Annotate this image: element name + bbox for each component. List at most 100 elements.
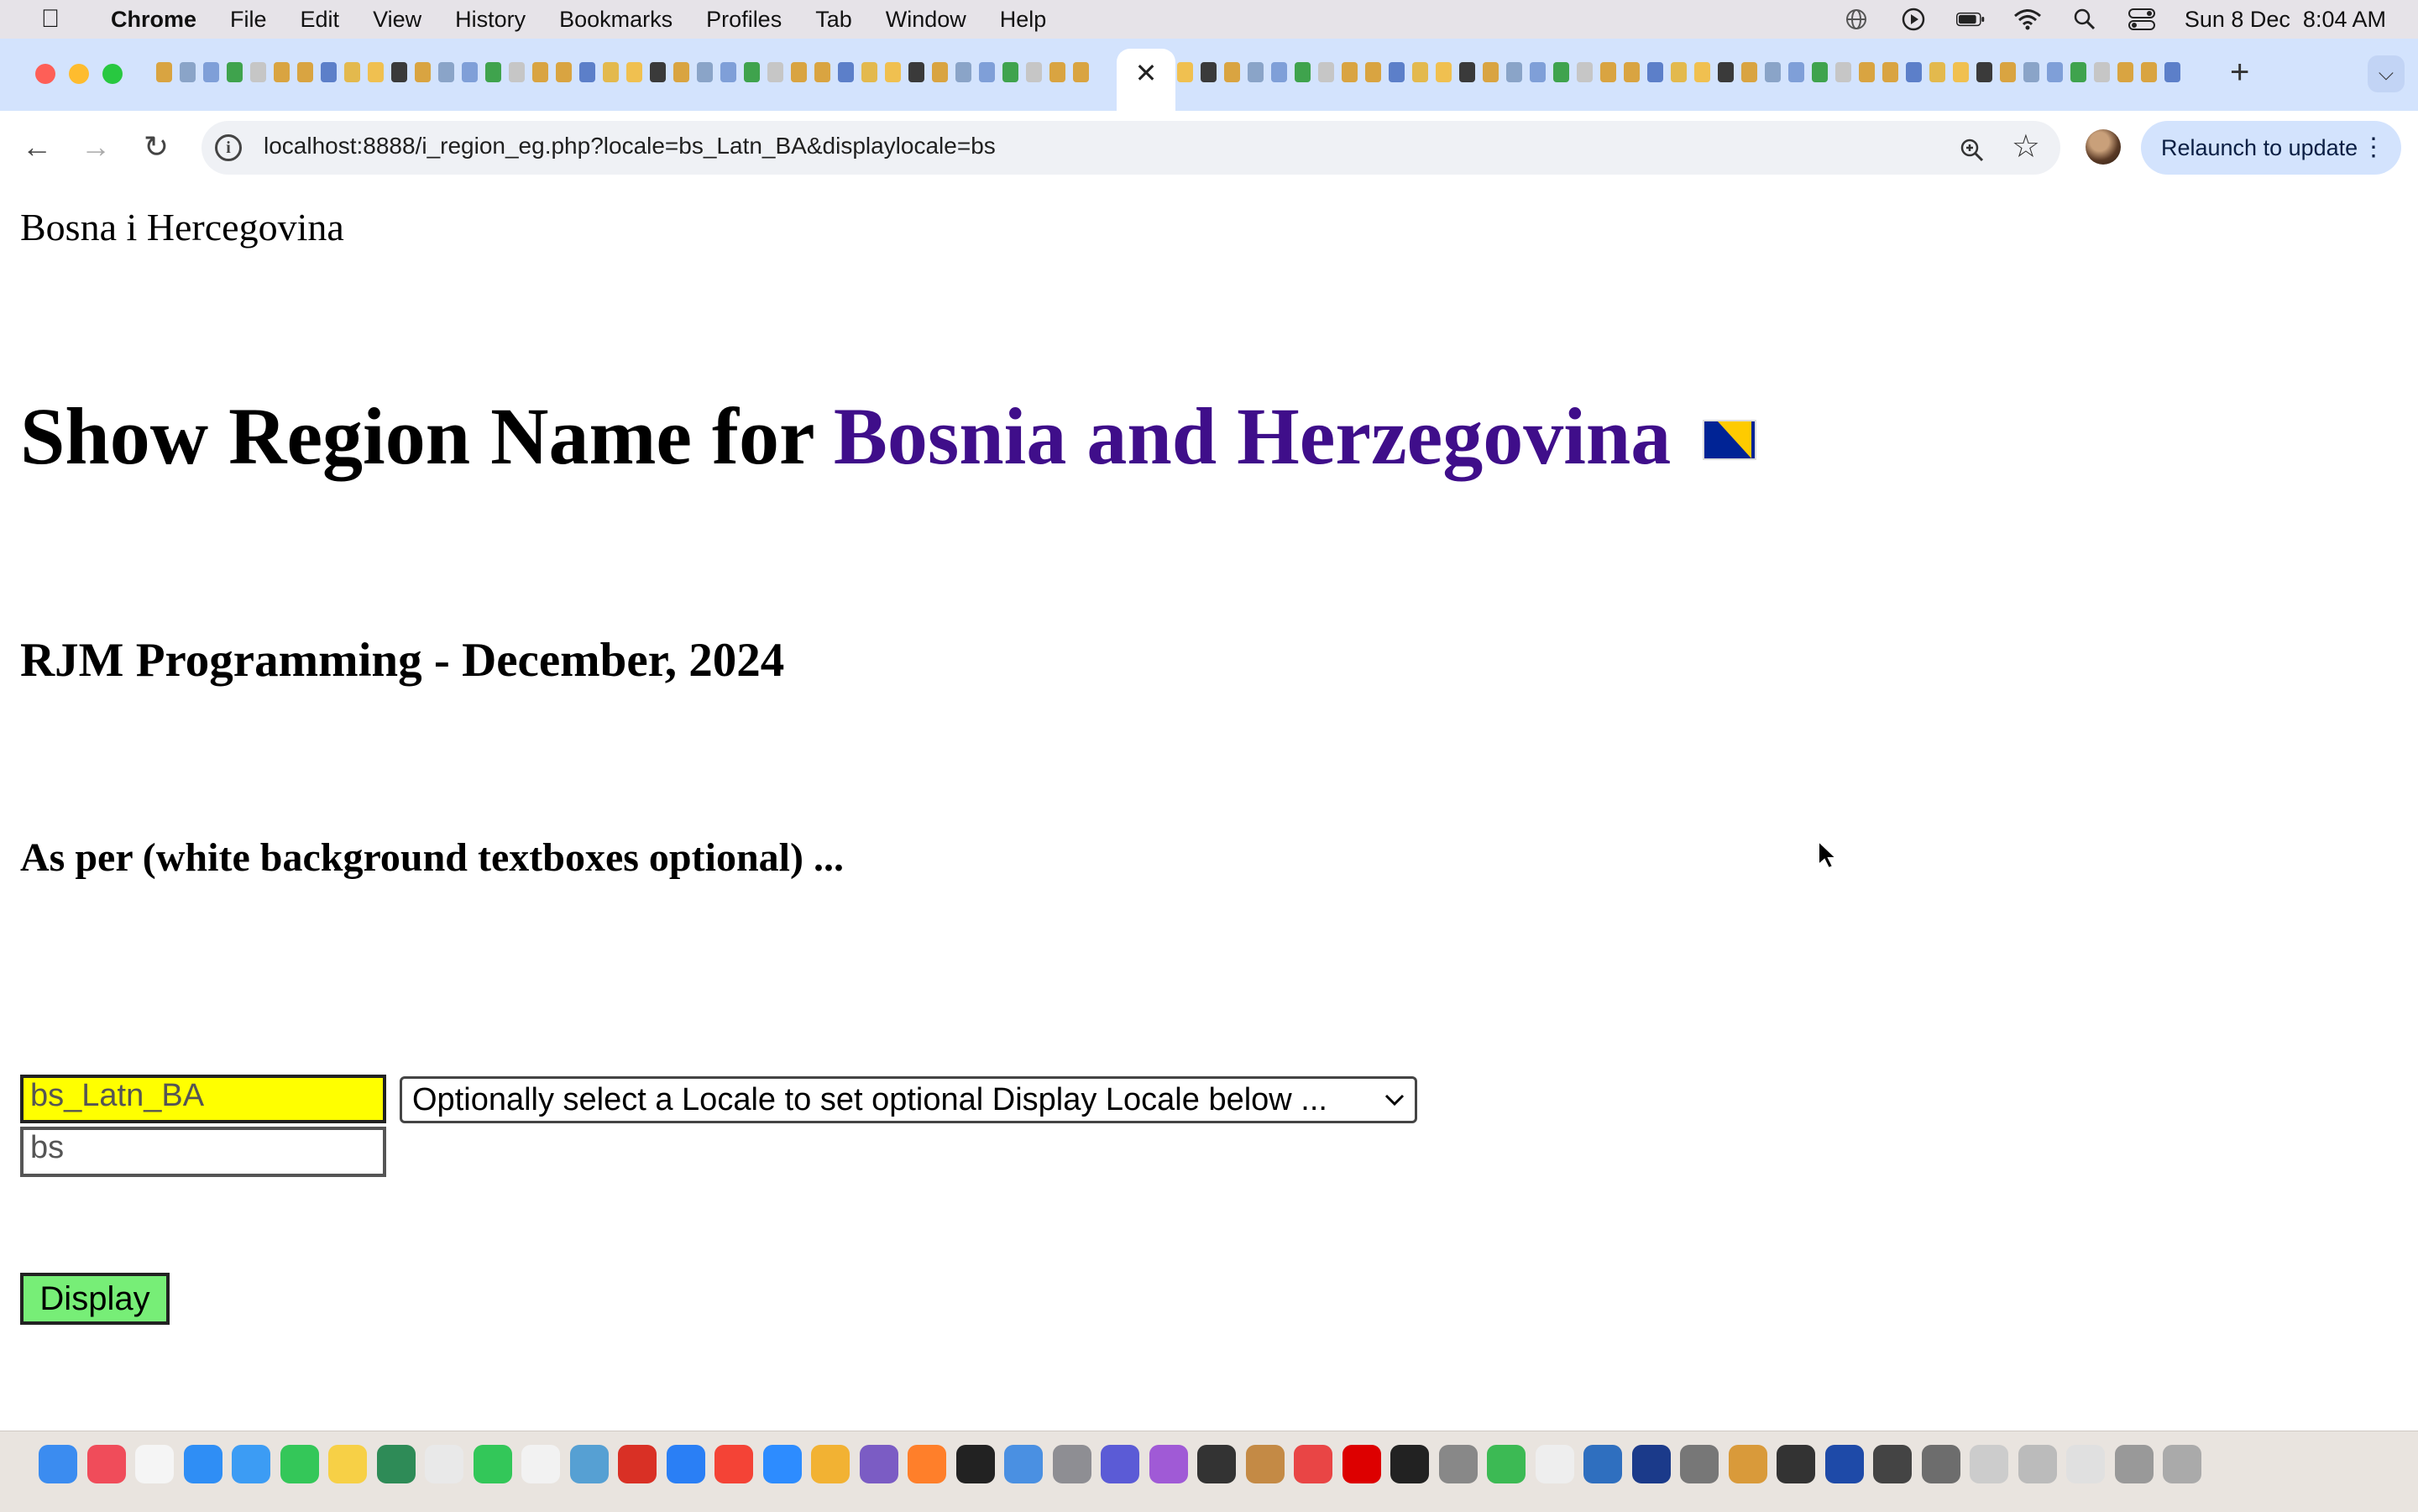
dock-app-icon[interactable] bbox=[1728, 1445, 1767, 1483]
tab-favicon-icon[interactable] bbox=[579, 62, 595, 82]
dock-app-icon[interactable] bbox=[232, 1445, 270, 1483]
display-button[interactable]: Display bbox=[20, 1273, 170, 1325]
dock-app-icon[interactable] bbox=[666, 1445, 705, 1483]
dock-app-icon[interactable] bbox=[569, 1445, 609, 1483]
bookmark-star-icon[interactable]: ☆ bbox=[2012, 128, 2040, 165]
address-bar[interactable]: i localhost:8888/i_region_eg.php?locale=… bbox=[202, 121, 2060, 175]
globe-icon[interactable] bbox=[1842, 7, 1871, 32]
new-tab-button[interactable]: + bbox=[2230, 54, 2249, 92]
dock-app-icon[interactable] bbox=[908, 1445, 946, 1483]
tab-favicon-icon[interactable] bbox=[955, 62, 971, 82]
menu-edit[interactable]: Edit bbox=[301, 7, 340, 33]
dock-app-icon[interactable] bbox=[1631, 1445, 1671, 1483]
dock-app-icon[interactable] bbox=[1197, 1445, 1236, 1483]
dock-app-icon[interactable] bbox=[1777, 1445, 1815, 1483]
tab-favicon-icon[interactable] bbox=[2164, 62, 2180, 82]
tab-favicon-icon[interactable] bbox=[180, 62, 196, 82]
site-info-icon[interactable]: i bbox=[215, 134, 242, 161]
tab-favicon-icon[interactable] bbox=[1765, 62, 1781, 82]
tab-favicon-icon[interactable] bbox=[1318, 62, 1334, 82]
address-url[interactable]: localhost:8888/i_region_eg.php?locale=bs… bbox=[264, 133, 996, 160]
tab-favicon-icon[interactable] bbox=[2047, 62, 2063, 82]
tab-favicon-icon[interactable] bbox=[1647, 62, 1663, 82]
tab-favicon-icon[interactable] bbox=[720, 62, 736, 82]
dock-app-icon[interactable] bbox=[425, 1445, 463, 1483]
tab-favicon-icon[interactable] bbox=[1671, 62, 1687, 82]
menu-window[interactable]: Window bbox=[886, 7, 966, 33]
locale-select[interactable]: Optionally select a Locale to set option… bbox=[400, 1076, 1417, 1123]
tab-favicon-icon[interactable] bbox=[603, 62, 619, 82]
tab-favicon-icon[interactable] bbox=[1342, 62, 1358, 82]
close-window-button[interactable] bbox=[35, 64, 55, 84]
dock-app-icon[interactable] bbox=[135, 1445, 174, 1483]
menu-app-name[interactable]: Chrome bbox=[111, 7, 196, 33]
menu-help[interactable]: Help bbox=[1000, 7, 1047, 33]
tab-favicon-icon[interactable] bbox=[697, 62, 713, 82]
battery-icon[interactable] bbox=[1955, 7, 1985, 32]
dock-app-icon[interactable] bbox=[1004, 1445, 1043, 1483]
tab-favicon-icon[interactable] bbox=[462, 62, 478, 82]
dock-app-icon[interactable] bbox=[521, 1445, 560, 1483]
dock-app-icon[interactable] bbox=[1535, 1445, 1574, 1483]
tab-favicon-icon[interactable] bbox=[297, 62, 313, 82]
tab-favicon-icon[interactable] bbox=[556, 62, 572, 82]
apple-icon[interactable]:  bbox=[34, 5, 67, 34]
tab-favicon-icon[interactable] bbox=[1271, 62, 1287, 82]
dock-app-icon[interactable] bbox=[762, 1445, 802, 1483]
tab-search-chevron-icon[interactable]: ⌵ bbox=[2368, 55, 2405, 92]
tab-favicon-icon[interactable] bbox=[1788, 62, 1804, 82]
tab-favicon-icon[interactable] bbox=[1812, 62, 1828, 82]
tab-favicon-icon[interactable] bbox=[1600, 62, 1616, 82]
dock-app-icon[interactable] bbox=[1342, 1445, 1381, 1483]
dock-app-icon[interactable] bbox=[183, 1445, 222, 1483]
tab-favicons-left[interactable] bbox=[156, 62, 1113, 86]
tab-favicon-icon[interactable] bbox=[321, 62, 337, 82]
locale-input[interactable]: bs_Latn_BA bbox=[20, 1075, 386, 1123]
tab-favicons-right[interactable] bbox=[1177, 62, 2215, 86]
dock-app-icon[interactable] bbox=[1390, 1445, 1429, 1483]
tab-favicon-icon[interactable] bbox=[203, 62, 219, 82]
tab-favicon-icon[interactable] bbox=[1412, 62, 1428, 82]
tab-favicon-icon[interactable] bbox=[1177, 62, 1193, 82]
tab-favicon-icon[interactable] bbox=[438, 62, 454, 82]
tab-favicon-icon[interactable] bbox=[485, 62, 501, 82]
tab-favicon-icon[interactable] bbox=[2141, 62, 2157, 82]
tab-favicon-icon[interactable] bbox=[1224, 62, 1240, 82]
tab-favicon-icon[interactable] bbox=[2094, 62, 2110, 82]
tab-favicon-icon[interactable] bbox=[532, 62, 548, 82]
tab-favicon-icon[interactable] bbox=[885, 62, 901, 82]
tab-favicon-icon[interactable] bbox=[1718, 62, 1734, 82]
tab-favicon-icon[interactable] bbox=[1859, 62, 1875, 82]
tab-favicon-icon[interactable] bbox=[1483, 62, 1499, 82]
tab-favicon-icon[interactable] bbox=[1953, 62, 1969, 82]
tab-favicon-icon[interactable] bbox=[227, 62, 243, 82]
tab-favicon-icon[interactable] bbox=[1073, 62, 1089, 82]
dock-app-icon[interactable] bbox=[2163, 1445, 2201, 1483]
zoom-window-button[interactable] bbox=[102, 64, 123, 84]
tab-favicon-icon[interactable] bbox=[509, 62, 525, 82]
tab-favicon-icon[interactable] bbox=[1530, 62, 1546, 82]
tab-favicon-icon[interactable] bbox=[1295, 62, 1311, 82]
dock-app-icon[interactable] bbox=[1052, 1445, 1091, 1483]
tab-favicon-icon[interactable] bbox=[767, 62, 783, 82]
tab-favicon-icon[interactable] bbox=[1624, 62, 1640, 82]
dock-app-icon[interactable] bbox=[280, 1445, 319, 1483]
tab-favicon-icon[interactable] bbox=[250, 62, 266, 82]
tab-favicon-icon[interactable] bbox=[791, 62, 807, 82]
menu-history[interactable]: History bbox=[455, 7, 526, 33]
dock-app-icon[interactable] bbox=[328, 1445, 367, 1483]
dock-app-icon[interactable] bbox=[859, 1445, 898, 1483]
tab-favicon-icon[interactable] bbox=[156, 62, 172, 82]
tab-favicon-icon[interactable] bbox=[2000, 62, 2016, 82]
dock-app-icon[interactable] bbox=[1680, 1445, 1719, 1483]
more-menu-icon[interactable]: ⋮ bbox=[2361, 121, 2386, 175]
dock-app-icon[interactable] bbox=[1245, 1445, 1285, 1483]
dock-app-icon[interactable] bbox=[1294, 1445, 1332, 1483]
wifi-icon[interactable] bbox=[2013, 7, 2042, 32]
tab-favicon-icon[interactable] bbox=[1389, 62, 1405, 82]
menu-file[interactable]: File bbox=[230, 7, 267, 33]
minimize-window-button[interactable] bbox=[69, 64, 89, 84]
tab-favicon-icon[interactable] bbox=[1577, 62, 1593, 82]
menu-profiles[interactable]: Profiles bbox=[706, 7, 782, 33]
dock-app-icon[interactable] bbox=[1921, 1445, 1960, 1483]
